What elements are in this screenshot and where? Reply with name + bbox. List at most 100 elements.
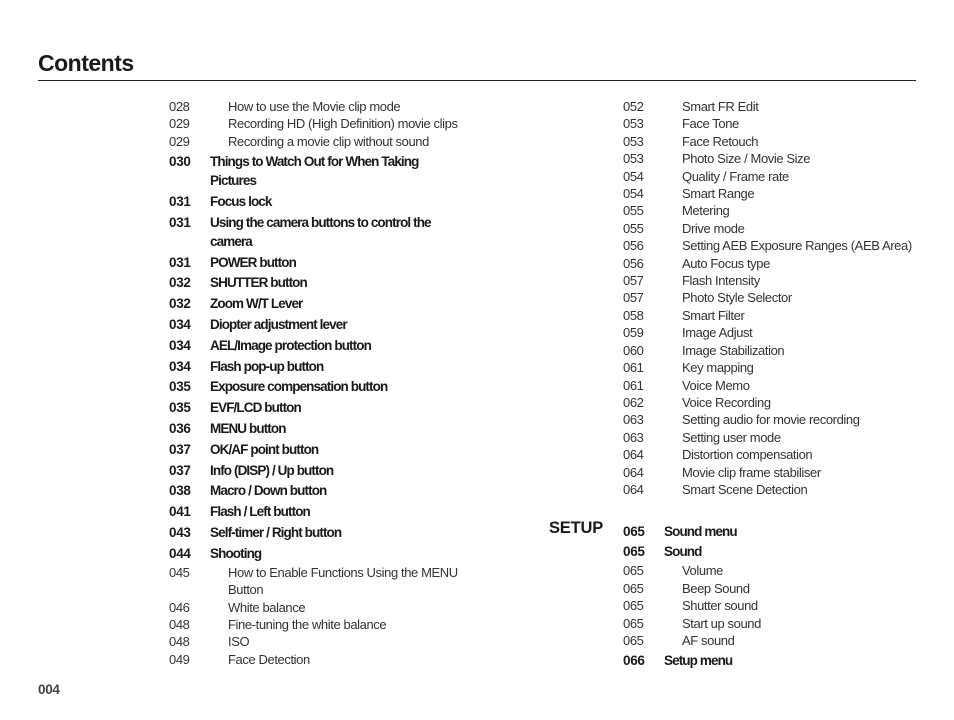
section-label-setup: SETUP bbox=[549, 519, 604, 537]
toc-entry-title: Auto Focus type bbox=[682, 255, 770, 271]
toc-entry[interactable]: 054 Quality / Frame rate bbox=[623, 168, 933, 185]
toc-entry[interactable]: 048 Fine-tuning the white balance bbox=[169, 616, 469, 633]
toc-entry[interactable]: 053 Face Retouch bbox=[623, 133, 933, 150]
toc-entry[interactable]: 055 Drive mode bbox=[623, 220, 933, 237]
toc-page-number: 034 bbox=[169, 337, 191, 353]
toc-entry[interactable]: 056 Setting AEB Exposure Ranges (AEB Area… bbox=[623, 237, 933, 254]
toc-page-number: 030 bbox=[169, 153, 191, 169]
toc-entry[interactable]: 041 Flash / Left button bbox=[169, 502, 469, 521]
toc-entry[interactable]: 058 Smart Filter bbox=[623, 307, 933, 324]
toc-entry[interactable]: 061 Voice Memo bbox=[623, 377, 933, 394]
toc-page-number: 062 bbox=[623, 394, 644, 410]
toc-page-number: 031 bbox=[169, 193, 191, 209]
toc-entry-title: Voice Recording bbox=[682, 394, 771, 410]
toc-entry[interactable]: 064 Smart Scene Detection bbox=[623, 481, 933, 498]
toc-entry[interactable]: 037 Info (DISP) / Up button bbox=[169, 461, 469, 480]
toc-entry[interactable]: 057 Flash Intensity bbox=[623, 272, 933, 289]
toc-entry[interactable]: 065 AF sound bbox=[623, 632, 933, 649]
toc-entry[interactable]: 037 OK/AF point button bbox=[169, 440, 469, 459]
toc-page-number: 046 bbox=[169, 599, 190, 615]
toc-entry[interactable]: 031 POWER button bbox=[169, 253, 469, 272]
toc-entry[interactable]: 035 EVF/LCD button bbox=[169, 398, 469, 417]
toc-entry-title: EVF/LCD button bbox=[210, 400, 302, 416]
toc-page-number: 066 bbox=[623, 653, 645, 669]
toc-entry-title: Shutter sound bbox=[682, 598, 758, 614]
toc-entry[interactable]: 065 Sound menu bbox=[623, 522, 933, 541]
toc-entry[interactable]: 066 Setup menu bbox=[623, 651, 933, 670]
toc-entry[interactable]: 029 Recording a movie clip without sound bbox=[169, 133, 469, 150]
toc-entry-title: Quality / Frame rate bbox=[682, 168, 789, 184]
toc-entry-title: Zoom W/T Lever bbox=[210, 296, 303, 312]
toc-entry-title: Photo Size / Movie Size bbox=[682, 151, 811, 167]
toc-page-number: 035 bbox=[169, 400, 191, 416]
toc-entry[interactable]: 036 MENU button bbox=[169, 419, 469, 438]
toc-page-number: 037 bbox=[169, 462, 191, 478]
toc-entry[interactable]: 059 Image Adjust bbox=[623, 324, 933, 341]
toc-entry-title: Setup menu bbox=[664, 653, 733, 669]
toc-entry[interactable]: 043 Self-timer / Right button bbox=[169, 523, 469, 542]
toc-page-number: 044 bbox=[169, 545, 191, 561]
toc-entry[interactable]: 031 Using the camera buttons to control t… bbox=[169, 213, 469, 251]
toc-entry[interactable]: 055 Metering bbox=[623, 202, 933, 219]
toc-entry[interactable]: 031 Focus lock bbox=[169, 192, 469, 211]
toc-entry[interactable]: 056 Auto Focus type bbox=[623, 255, 933, 272]
toc-entry[interactable]: 030 Things to Watch Out for When Taking P… bbox=[169, 152, 469, 190]
toc-entry[interactable]: 063 Setting audio for movie recording bbox=[623, 411, 933, 428]
toc-page-number: 060 bbox=[623, 342, 644, 358]
toc-entry[interactable]: 060 Image Stabilization bbox=[623, 342, 933, 359]
toc-entry[interactable]: 048 ISO bbox=[169, 633, 469, 650]
toc-entry-title: Info (DISP) / Up button bbox=[210, 462, 334, 478]
toc-entry[interactable]: 065 Shutter sound bbox=[623, 597, 933, 614]
page-number: 004 bbox=[38, 682, 60, 697]
toc-entry[interactable]: 052 Smart FR Edit bbox=[623, 98, 933, 115]
toc-entry[interactable]: 061 Key mapping bbox=[623, 359, 933, 376]
toc-page-number: 065 bbox=[623, 598, 644, 614]
toc-entry[interactable]: 034 Diopter adjustment lever bbox=[169, 315, 469, 334]
toc-entry[interactable]: 035 Exposure compensation button bbox=[169, 377, 469, 396]
toc-entry[interactable]: 065 Start up sound bbox=[623, 615, 933, 632]
toc-entry[interactable]: 045 How to Enable Functions Using the MEN… bbox=[169, 564, 469, 599]
toc-entry-title: Movie clip frame stabiliser bbox=[682, 464, 821, 480]
toc-entry[interactable]: 029 Recording HD (High Definition) movie … bbox=[169, 115, 469, 132]
toc-entry[interactable]: 049 Face Detection bbox=[169, 651, 469, 668]
toc-entry[interactable]: 032 Zoom W/T Lever bbox=[169, 294, 469, 313]
toc-page-number: 043 bbox=[169, 524, 191, 540]
toc-entry[interactable]: 062 Voice Recording bbox=[623, 394, 933, 411]
toc-page-number: 065 bbox=[623, 544, 645, 560]
toc-page-number: 061 bbox=[623, 360, 644, 376]
toc-page-number: 057 bbox=[623, 273, 644, 289]
toc-entry[interactable]: 053 Face Tone bbox=[623, 115, 933, 132]
toc-entry[interactable]: 034 Flash pop-up button bbox=[169, 357, 469, 376]
toc-entry[interactable]: 032 SHUTTER button bbox=[169, 273, 469, 292]
toc-entry[interactable]: 053 Photo Size / Movie Size bbox=[623, 150, 933, 167]
toc-entry[interactable]: 063 Setting user mode bbox=[623, 429, 933, 446]
toc-page-number: 034 bbox=[169, 317, 191, 332]
toc-page-number: 065 bbox=[623, 615, 644, 631]
toc-entry[interactable]: 057 Photo Style Selector bbox=[623, 289, 933, 306]
toc-entry-title: Voice Memo bbox=[682, 377, 750, 393]
toc-page-number: 055 bbox=[623, 203, 644, 219]
toc-page-number: 053 bbox=[623, 133, 644, 149]
toc-entry-title: AF sound bbox=[682, 633, 735, 649]
toc-entry[interactable]: 064 Movie clip frame stabiliser bbox=[623, 464, 933, 481]
toc-entry[interactable]: 034 AEL/Image protection button bbox=[169, 336, 469, 355]
toc-entry-title: Recording HD (High Definition) movie cli… bbox=[228, 116, 458, 132]
toc-entry[interactable]: 065 Sound bbox=[623, 542, 933, 561]
toc-entry[interactable]: 065 Volume bbox=[623, 562, 933, 579]
toc-entry-title: Smart Filter bbox=[682, 307, 745, 323]
toc-page-number: 065 bbox=[623, 563, 644, 579]
toc-page-number: 065 bbox=[623, 523, 645, 539]
toc-entry[interactable]: 028 How to use the Movie clip mode bbox=[169, 98, 469, 115]
toc-entry[interactable]: 044 Shooting bbox=[169, 544, 469, 563]
toc-entry[interactable]: 064 Distortion compensation bbox=[623, 446, 933, 463]
toc-entry[interactable]: 046 White balance bbox=[169, 599, 469, 616]
toc-entry-title: Setting audio for movie recording bbox=[682, 412, 860, 428]
toc-entry[interactable]: 038 Macro / Down button bbox=[169, 481, 469, 500]
toc-entry-title: Face Tone bbox=[682, 116, 739, 132]
toc-entry[interactable]: 065 Beep Sound bbox=[623, 580, 933, 597]
toc-entry[interactable]: 054 Smart Range bbox=[623, 185, 933, 202]
toc-page-number: 032 bbox=[169, 296, 191, 312]
toc-entry-title: Setting user mode bbox=[682, 429, 781, 445]
toc-entry-title: Face Retouch bbox=[682, 133, 759, 149]
toc-entry-title: Self-timer / Right button bbox=[210, 524, 342, 540]
